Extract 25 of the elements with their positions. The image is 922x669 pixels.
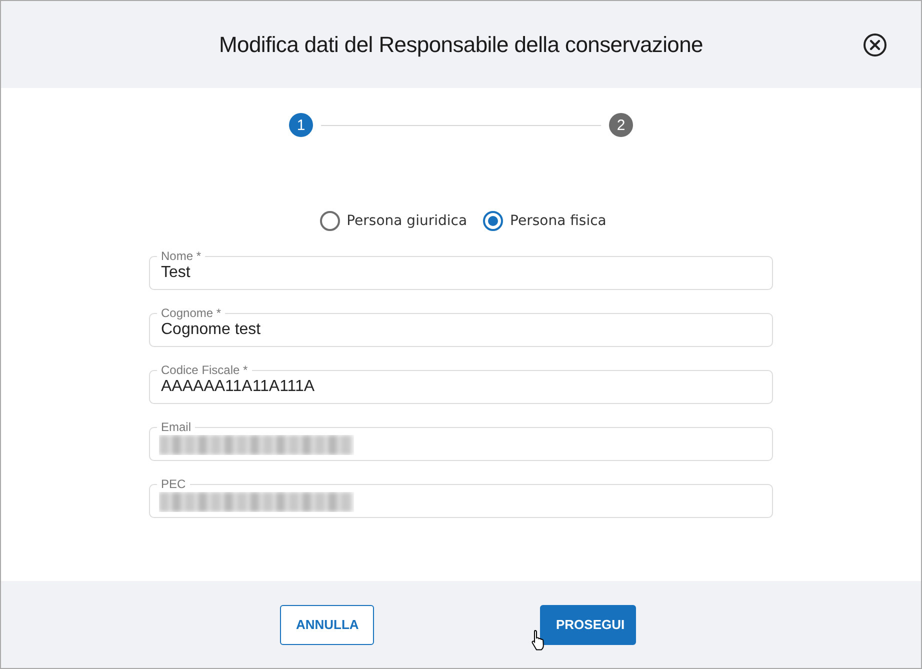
field-label: PEC [160,477,187,491]
radio-option[interactable]: Persona fisica [483,211,606,231]
step-number: 1 [289,113,313,137]
radio-button[interactable] [483,211,504,231]
field-label: Codice Fiscale * [160,363,249,377]
text-field[interactable]: Cognome * Cognome test [149,306,773,347]
radio-label: Persona giuridica [346,213,468,229]
field-value: AAAAAA11A11A111A [161,378,315,396]
field-label: Nome * [160,249,202,263]
radio-option[interactable]: Persona giuridica [320,211,468,231]
dialog-title: Modifica dati del Responsabile della conservazione [219,32,703,58]
text-field[interactable]: Email [149,420,773,461]
text-field[interactable]: Nome * Test [149,249,773,290]
close-icon[interactable] [863,33,887,57]
field-value: Test [161,264,190,282]
continue-button[interactable]: PROSEGUI [540,604,636,644]
field-label: Cognome * [160,306,222,320]
field-label: Email [160,420,192,434]
radio-button[interactable] [320,211,340,231]
cancel-button[interactable]: ANNULLA [280,604,374,644]
text-field[interactable]: Codice Fiscale * AAAAAA11A11A111A [149,363,773,404]
field-value: Cognome test [161,321,261,339]
text-field[interactable]: PEC [149,477,773,518]
radio-label: Persona fisica [510,213,606,229]
step-number: 2 [609,113,633,137]
